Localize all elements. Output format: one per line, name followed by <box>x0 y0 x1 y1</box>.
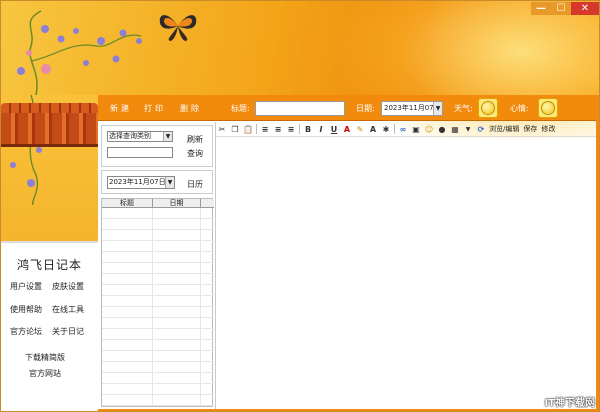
chevron-down-icon[interactable]: ▼ <box>165 177 174 188</box>
sidebar-item-about[interactable]: 关于日记 <box>52 326 84 337</box>
sidebar-item-download-lite[interactable]: 下载精简版 <box>25 352 65 363</box>
query-input[interactable] <box>107 147 173 158</box>
roof-tiles <box>1 103 98 147</box>
underline-button[interactable]: U <box>329 124 339 134</box>
sidebar-item-help[interactable]: 使用帮助 <box>10 304 42 315</box>
column-spacer <box>201 199 214 207</box>
app-window: — ☐ ✕ 鸿飞日记本 用户设置 皮肤设置 使用帮助 在线工具 官方论坛 关于日… <box>0 0 600 412</box>
refresh-button[interactable]: 刷新 <box>187 134 203 145</box>
category-select-value: 选择查询类别 <box>109 132 151 140</box>
sidebar-item-official-site[interactable]: 官方网站 <box>29 368 61 379</box>
emoticon-icon[interactable]: ☺ <box>424 124 434 134</box>
search-button[interactable]: 查询 <box>187 148 203 159</box>
align-right-icon[interactable]: ≡ <box>286 124 296 134</box>
list-rows[interactable] <box>102 208 214 406</box>
font-color-button[interactable]: A <box>342 124 352 134</box>
sidebar-item-forum[interactable]: 官方论坛 <box>10 326 42 337</box>
title-input[interactable] <box>255 101 345 116</box>
editor-toolbar: ✂ ❐ 📋 ≡ ≡ ≡ B I U A ✎ A ✱ ∞ ▣ ☺ ● ▦ ▼ ⟳ … <box>216 122 596 137</box>
diary-list[interactable]: 标题 日期 <box>101 198 214 407</box>
date-picker[interactable]: 2023年11月07日 ▼ <box>381 101 443 116</box>
header-banner: — ☐ ✕ <box>1 1 599 161</box>
query-date-value: 2023年11月07日 <box>109 178 166 186</box>
table-icon[interactable]: ▦ <box>450 124 460 134</box>
window-controls: — ☐ ✕ <box>531 2 599 15</box>
font-size-button[interactable]: A <box>368 124 378 134</box>
sidebar-item-skin-settings[interactable]: 皮肤设置 <box>52 281 84 292</box>
date-label: 日期: <box>356 104 375 113</box>
query-panel: 选择查询类别 ▼ 刷新 查询 2023年11月07日 ▼ 日历 标题 日期 <box>98 122 216 409</box>
category-select[interactable]: 选择查询类别 ▼ <box>107 131 173 142</box>
weather-emoji-button[interactable] <box>478 98 498 118</box>
copy-icon[interactable]: ❐ <box>230 124 240 134</box>
smiley-icon <box>541 101 555 115</box>
flower-vine-illustration <box>17 10 142 95</box>
toolbar-separator <box>394 124 395 134</box>
save-button[interactable]: 保存 <box>523 124 537 134</box>
align-center-icon[interactable]: ≡ <box>273 124 283 134</box>
query-date-picker[interactable]: 2023年11月07日 ▼ <box>107 176 175 189</box>
close-button[interactable]: ✕ <box>571 2 599 15</box>
format-icon[interactable]: ✱ <box>381 124 391 134</box>
sidebar-item-user-settings[interactable]: 用户设置 <box>10 281 42 292</box>
cut-icon[interactable]: ✂ <box>217 124 227 134</box>
weather-label: 天气: <box>454 104 473 113</box>
italic-button[interactable]: I <box>316 124 326 134</box>
column-date[interactable]: 日期 <box>153 199 201 207</box>
image-icon[interactable]: ▣ <box>411 124 421 134</box>
align-left-icon[interactable]: ≡ <box>260 124 270 134</box>
right-border <box>596 95 599 411</box>
column-title[interactable]: 标题 <box>102 199 153 207</box>
toolbar-separator <box>299 124 300 134</box>
calendar-button[interactable]: 日历 <box>187 179 203 190</box>
maximize-button[interactable]: ☐ <box>551 2 571 15</box>
highlight-icon[interactable]: ✎ <box>355 124 365 134</box>
list-header: 标题 日期 <box>102 199 214 208</box>
watermark-logo: IT神下载网 <box>544 398 595 409</box>
minimize-button[interactable]: — <box>531 2 551 15</box>
print-button[interactable]: 打印 <box>144 103 166 114</box>
delete-button[interactable]: 删除 <box>180 103 202 114</box>
chevron-down-icon[interactable]: ▼ <box>433 102 442 115</box>
bold-button[interactable]: B <box>303 124 313 134</box>
link-icon[interactable]: ∞ <box>398 124 408 134</box>
modify-button[interactable]: 修改 <box>541 124 555 134</box>
browse-edit-button[interactable]: 浏览/编辑 <box>489 124 519 134</box>
main-toolbar: 新建 打印 删除 标题: 日期: 2023年11月07日 ▼ 天气: 心情: <box>98 95 596 121</box>
new-button[interactable]: 新建 <box>110 103 132 114</box>
paste-icon[interactable]: 📋 <box>243 124 253 134</box>
title-label: 标题: <box>231 104 250 113</box>
chevron-down-icon[interactable]: ▼ <box>463 124 473 134</box>
flash-icon[interactable]: ● <box>437 124 447 134</box>
mood-emoji-button[interactable] <box>538 98 558 118</box>
app-title: 鸿飞日记本 <box>16 258 82 272</box>
butterfly-icon <box>159 15 197 41</box>
diary-editor[interactable] <box>216 138 596 409</box>
toolbar-separator <box>256 124 257 134</box>
chevron-down-icon[interactable]: ▼ <box>163 132 172 141</box>
mood-label: 心情: <box>510 104 529 113</box>
sidebar-item-online-tools[interactable]: 在线工具 <box>52 304 84 315</box>
smiley-icon <box>481 101 495 115</box>
browse-icon[interactable]: ⟳ <box>476 124 486 134</box>
